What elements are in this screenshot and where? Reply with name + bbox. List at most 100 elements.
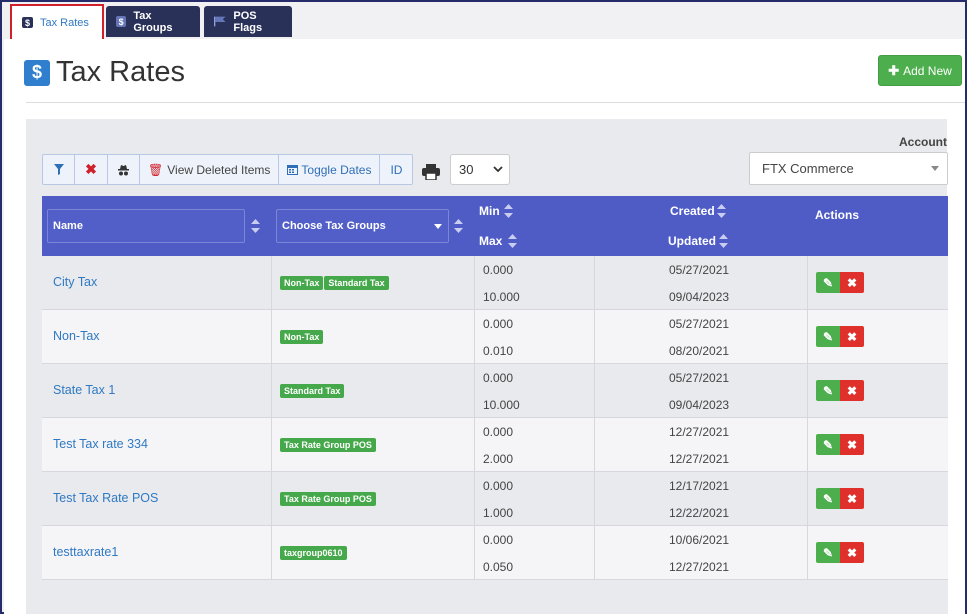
edit-button[interactable]: ✎ [816, 542, 840, 563]
toolbar: ✖ 🗑 View Deleted Items Toggle Dates ID [42, 154, 414, 185]
filter-button[interactable] [43, 155, 75, 184]
pencil-icon: ✎ [822, 275, 834, 290]
tax-group-filter-select[interactable]: Choose Tax Groups [276, 209, 449, 243]
tab-label: Tax Groups [133, 9, 173, 34]
sort-icon[interactable] [719, 234, 728, 248]
tab-bar: $ Tax Rates $ Tax Groups POS Flags [4, 4, 965, 41]
max-value: 0.010 [483, 344, 514, 358]
min-value: 0.000 [483, 317, 514, 331]
close-icon: ✖ [846, 437, 858, 452]
add-new-button[interactable]: ✚ Add New [878, 55, 962, 86]
min-value: 0.000 [483, 371, 514, 385]
pencil-icon: ✎ [822, 383, 834, 398]
name-filter-input[interactable]: Name [47, 209, 245, 243]
sort-icon[interactable] [251, 219, 260, 233]
tax-rate-link[interactable]: Test Tax rate 334 [53, 437, 148, 451]
group-cell: Tax Rate Group POS [272, 418, 475, 471]
max-header[interactable]: Max [479, 234, 502, 248]
table-row: testtaxrate1 taxgroup0610 0.000 0.050 10… [42, 526, 948, 580]
edit-button[interactable]: ✎ [816, 488, 840, 509]
sort-icon[interactable] [454, 219, 463, 233]
page-title-text: Tax Rates [56, 56, 185, 88]
toggle-dates-button[interactable]: Toggle Dates [279, 155, 381, 184]
max-value: 1.000 [483, 506, 514, 520]
incognito-button[interactable] [108, 155, 140, 184]
name-cell: Test Tax rate 334 [42, 418, 272, 471]
clear-filters-button[interactable]: ✖ [75, 155, 108, 184]
tax-rate-link[interactable]: City Tax [53, 275, 97, 289]
created-header[interactable]: Created [670, 204, 715, 218]
delete-button[interactable]: ✖ [840, 380, 864, 401]
group-badge: Standard Tax [280, 384, 345, 398]
created-date: 05/27/2021 [669, 371, 730, 385]
created-date: 05/27/2021 [669, 317, 730, 331]
updated-header[interactable]: Updated [668, 234, 716, 248]
group-cell: taxgroup0610 [272, 526, 475, 579]
actions-cell: ✎ ✖ [808, 418, 948, 471]
sort-icon[interactable] [717, 204, 726, 218]
delete-button[interactable]: ✖ [840, 488, 864, 509]
filter-icon [53, 164, 64, 175]
content-area: Account FTX Commerce ✖ 🗑 View Deleted It… [26, 119, 948, 614]
edit-button[interactable]: ✎ [816, 380, 840, 401]
group-cell: Tax Rate Group POS [272, 472, 475, 525]
incognito-icon [118, 164, 129, 175]
close-icon: ✖ [846, 275, 858, 290]
group-badge: Tax Rate Group POS [280, 492, 376, 506]
add-new-label: Add New [903, 63, 952, 78]
tab-tax-groups[interactable]: $ Tax Groups [106, 6, 200, 37]
pencil-icon: ✎ [822, 491, 834, 506]
tax-rate-link[interactable]: testtaxrate1 [53, 545, 118, 559]
sort-icon[interactable] [508, 234, 517, 248]
created-date: 05/27/2021 [669, 263, 730, 277]
actions-header: Actions [815, 208, 860, 222]
dollar-icon: $ [116, 16, 127, 27]
table-body: City Tax Non-Tax Standard Tax 0.000 10.0… [42, 256, 948, 614]
id-button[interactable]: ID [380, 155, 412, 184]
min-max-cell: 0.000 1.000 [475, 472, 595, 525]
updated-date: 12/27/2021 [669, 452, 730, 466]
calendar-icon [287, 165, 299, 175]
per-page-value: 30 [459, 162, 474, 177]
group-badge: Non-Tax [280, 276, 324, 290]
per-page-select[interactable]: 30 [450, 154, 510, 185]
max-value: 0.050 [483, 560, 514, 574]
actions-cell: ✎ ✖ [808, 526, 948, 579]
tab-tax-rates[interactable]: $ Tax Rates [10, 4, 104, 41]
sort-icon[interactable] [504, 204, 513, 218]
tax-rate-link[interactable]: Test Tax Rate POS [53, 491, 158, 505]
pencil-icon: ✎ [822, 545, 834, 560]
toggle-dates-label: Toggle Dates [301, 162, 372, 177]
actions-cell: ✎ ✖ [808, 364, 948, 417]
account-select[interactable]: FTX Commerce [749, 152, 948, 185]
group-badge: Non-Tax [280, 330, 324, 344]
table-row: City Tax Non-Tax Standard Tax 0.000 10.0… [42, 256, 948, 310]
close-icon: ✖ [846, 329, 858, 344]
delete-button[interactable]: ✖ [840, 326, 864, 347]
group-badge: Tax Rate Group POS [280, 438, 376, 452]
delete-button[interactable]: ✖ [840, 272, 864, 293]
group-badge: taxgroup0610 [280, 546, 347, 560]
account-value: FTX Commerce [762, 161, 854, 176]
tax-rate-link[interactable]: Non-Tax [53, 329, 100, 343]
group-cell: Non-Tax [272, 310, 475, 363]
dates-cell: 12/27/2021 12/27/2021 [595, 418, 808, 471]
min-max-cell: 0.000 10.000 [475, 364, 595, 417]
name-cell: Test Tax Rate POS [42, 472, 272, 525]
edit-button[interactable]: ✎ [816, 434, 840, 455]
view-deleted-label: View Deleted Items [167, 162, 271, 177]
name-filter-placeholder: Name [53, 220, 83, 232]
main-panel: $ Tax Rates ✚ Add New Account FTX Commer… [4, 39, 965, 614]
name-cell: Non-Tax [42, 310, 272, 363]
table-row: Test Tax rate 334 Tax Rate Group POS 0.0… [42, 418, 948, 472]
edit-button[interactable]: ✎ [816, 272, 840, 293]
print-icon[interactable] [422, 164, 440, 180]
tax-rate-link[interactable]: State Tax 1 [53, 383, 115, 397]
delete-button[interactable]: ✖ [840, 434, 864, 455]
min-header[interactable]: Min [479, 204, 500, 218]
edit-button[interactable]: ✎ [816, 326, 840, 347]
delete-button[interactable]: ✖ [840, 542, 864, 563]
dates-cell: 05/27/2021 09/04/2023 [595, 364, 808, 417]
tab-pos-flags[interactable]: POS Flags [204, 6, 292, 37]
view-deleted-button[interactable]: 🗑 View Deleted Items [140, 155, 280, 184]
